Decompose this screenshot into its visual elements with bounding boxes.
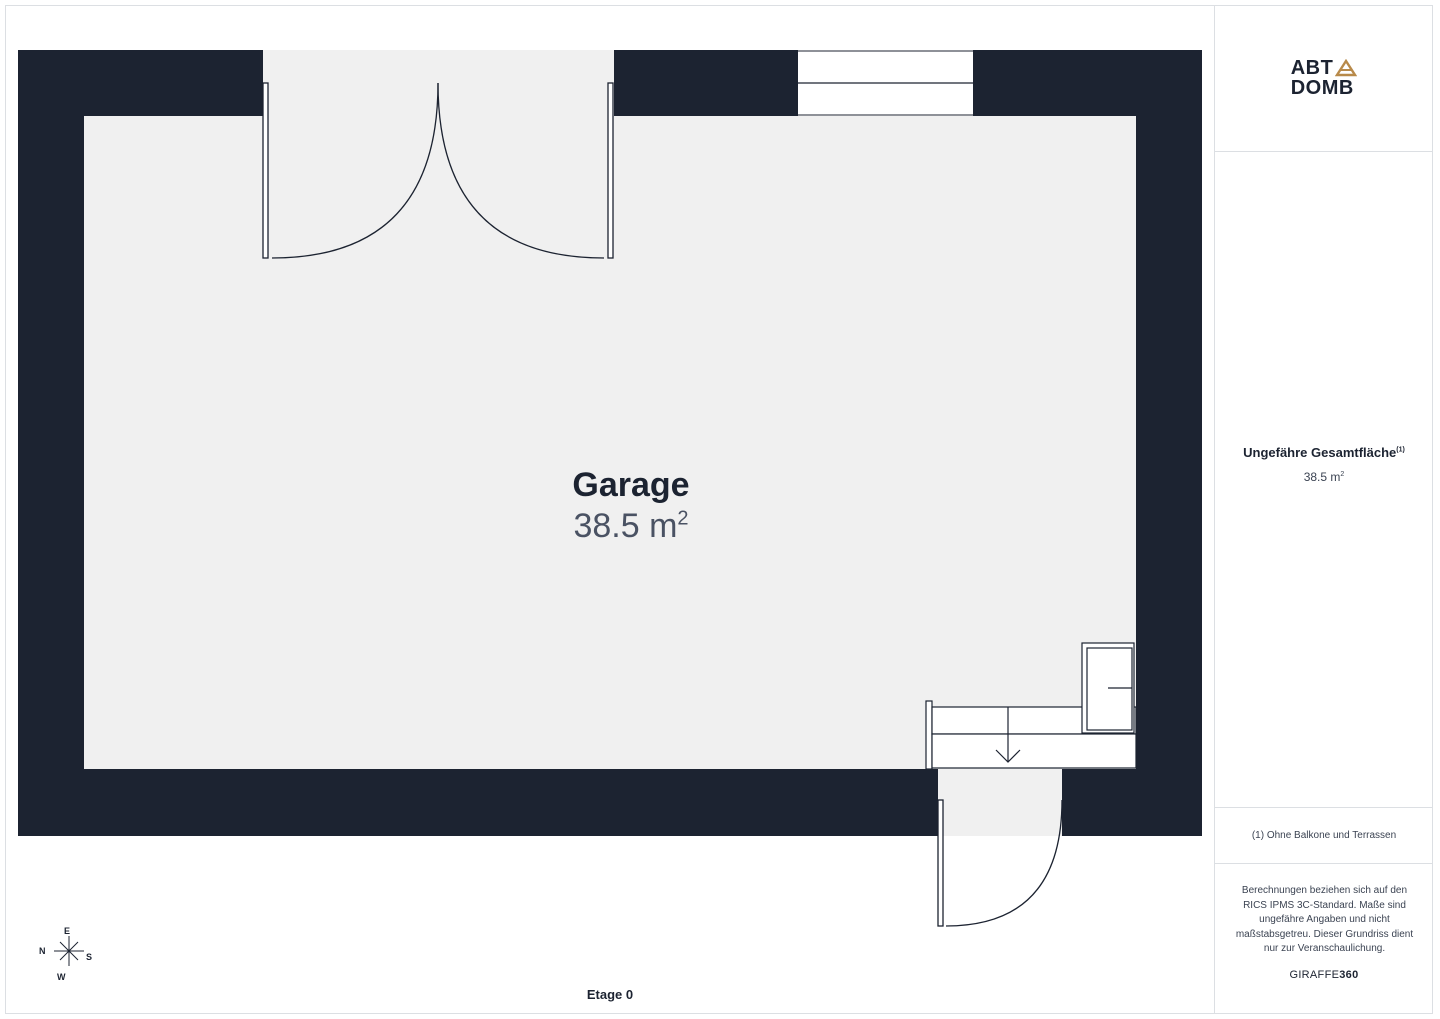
brand-label: GIRAFFE360 [1289, 969, 1359, 981]
compass-rose: E N S W [36, 922, 96, 982]
compass-s: S [86, 952, 93, 962]
sidebar: ABT DOMB Ungefähre Gesamtfläche(1) 38.5 … [1214, 5, 1433, 1014]
total-area-title: Ungefähre Gesamtfläche(1) [1243, 445, 1405, 460]
floor-label: Etage 0 [586, 987, 634, 1002]
total-area-block: Ungefähre Gesamtfläche(1) 38.5 m2 [1215, 445, 1433, 484]
side-door-opening [938, 768, 1062, 836]
logo-line1: ABT [1290, 57, 1334, 79]
room-area: 38.5 m2 [573, 507, 689, 545]
company-logo: ABT DOMB [1291, 58, 1358, 98]
room-name: Garage [572, 466, 690, 504]
room-label: Garage 38.5 m2 [481, 466, 781, 546]
total-area-value: 38.5 m2 [1303, 470, 1345, 484]
compass-w: W [57, 972, 66, 982]
compass-n: N [39, 946, 46, 956]
logo-line2: DOMB [1290, 77, 1354, 99]
compass-e: E [64, 926, 71, 936]
house-icon [1335, 59, 1358, 77]
wall-cabinet [1081, 642, 1135, 734]
disclaimer: Berechnungen beziehen sich auf den RICS … [1235, 885, 1414, 954]
logo-cell: ABT DOMB [1215, 5, 1433, 152]
footnote: (1) Ohne Balkone und Terrassen [1215, 807, 1433, 864]
